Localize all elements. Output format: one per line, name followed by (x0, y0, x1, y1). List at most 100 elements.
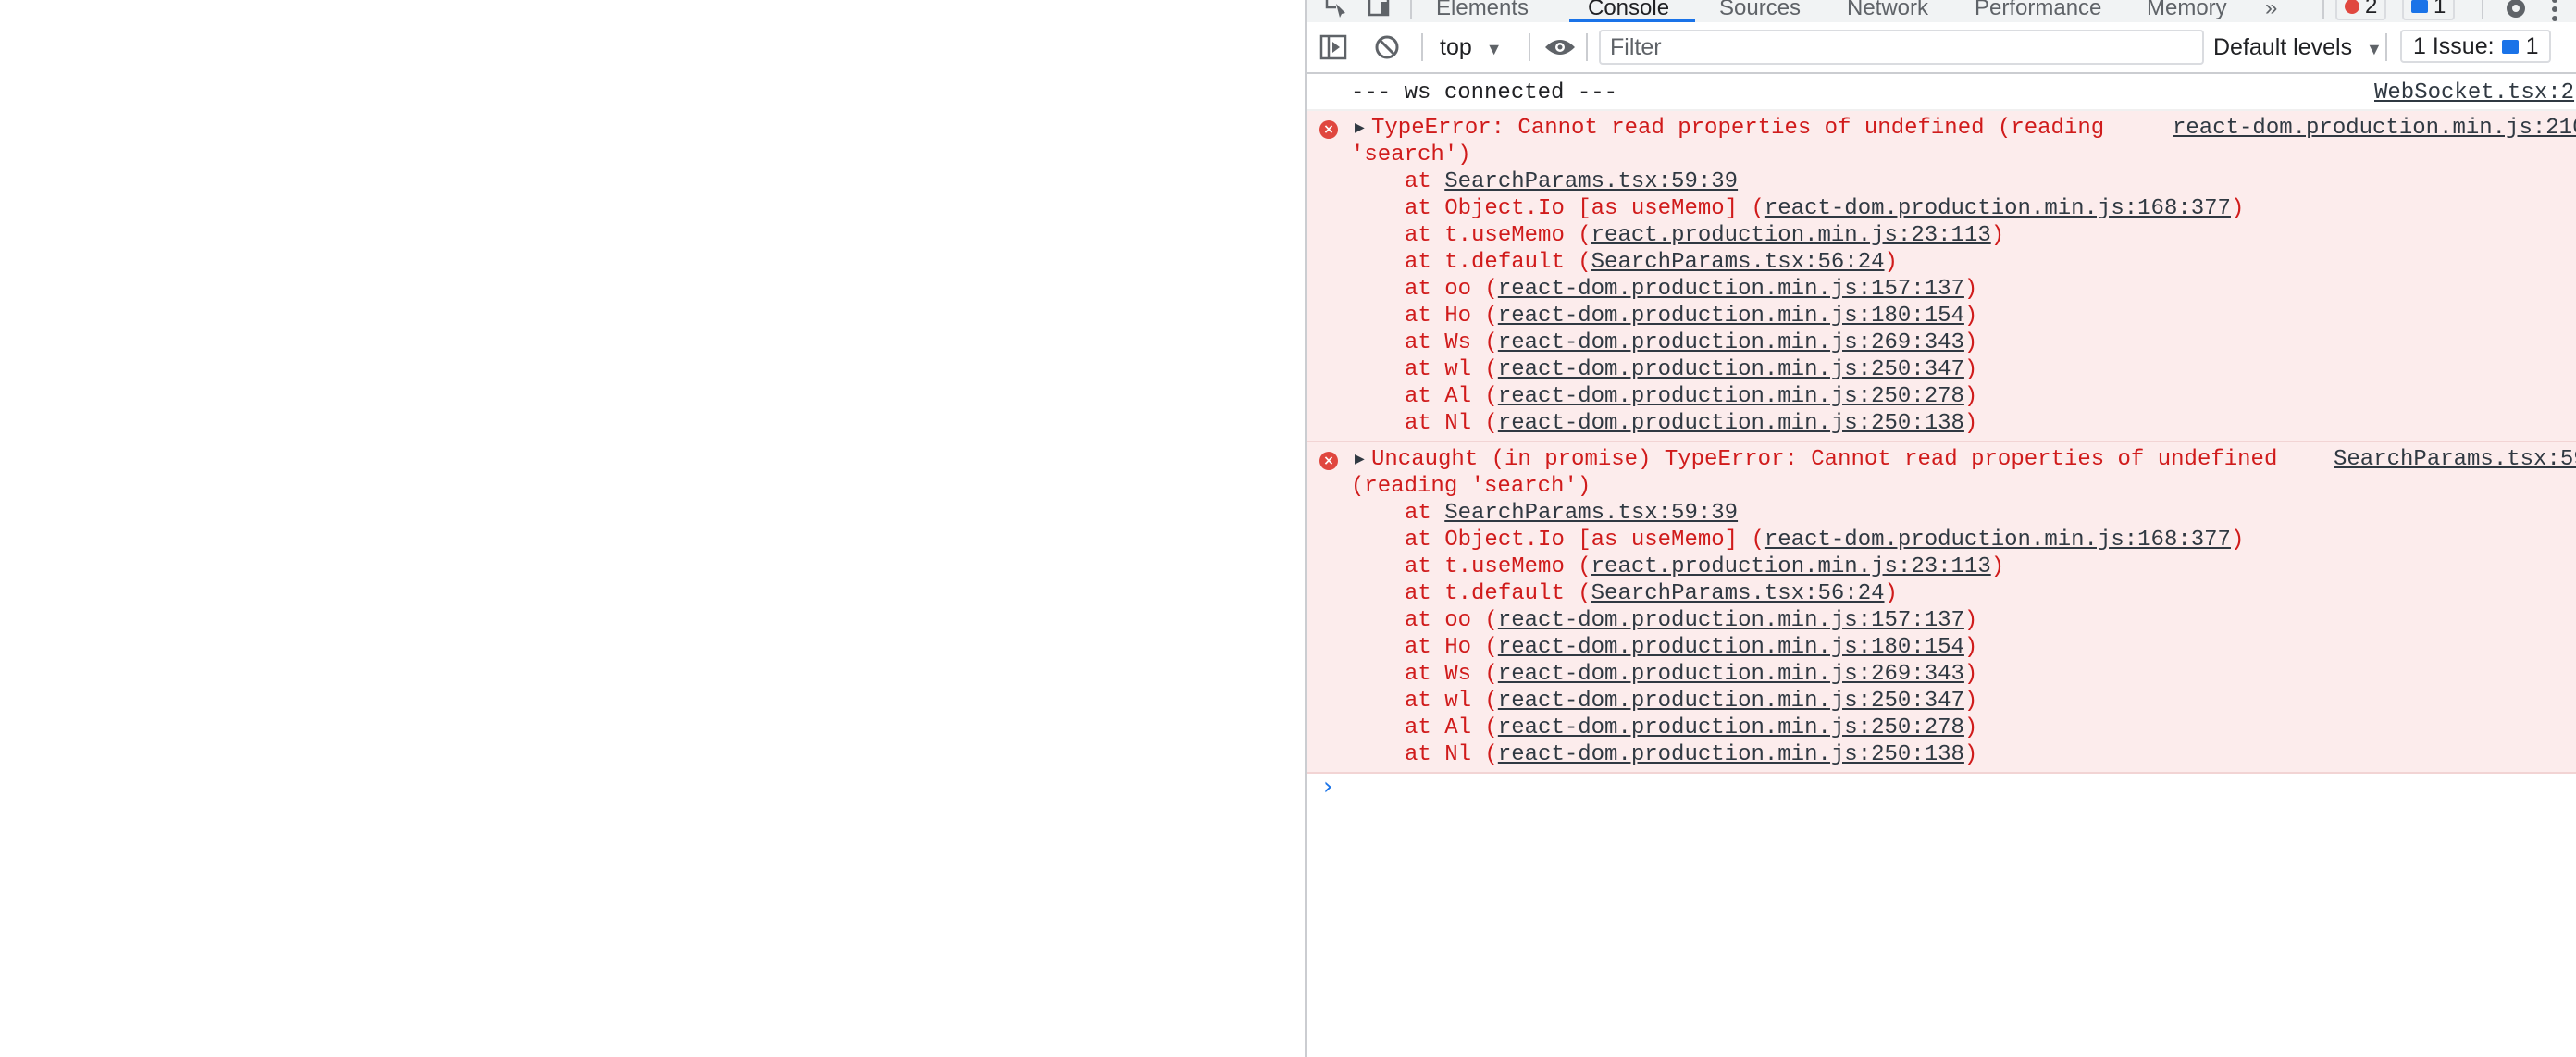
stack-frame-source-link[interactable]: react-dom.production.min.js:250:347 (1498, 689, 1964, 714)
source-link[interactable]: SearchParams.tsx:59 (2334, 446, 2576, 473)
stack-frame: at Ho (react-dom.production.min.js:180:1… (1405, 634, 1977, 661)
filter-input[interactable] (1599, 30, 2204, 65)
stack-frame-function: Ho ( (1444, 635, 1498, 660)
stack-frame-close-paren: ) (1963, 304, 1978, 329)
clear-console-icon[interactable] (1373, 31, 1401, 63)
context-selector[interactable]: top ▼ (1440, 31, 1503, 63)
stack-frame-prefix: at (1405, 715, 1445, 740)
stack-frame-close-paren: ) (1990, 554, 2005, 579)
stack-frame-source-link[interactable]: react-dom.production.min.js:269:343 (1498, 662, 1964, 687)
stack-frame-function: oo ( (1444, 608, 1498, 633)
stack-frame-source-link[interactable]: react-dom.production.min.js:250:138 (1498, 742, 1964, 767)
expand-triangle-icon[interactable]: ▶ (1355, 446, 1365, 473)
tab-network[interactable]: Network (1847, 0, 1928, 22)
stack-frame: at SearchParams.tsx:59:39 (1405, 168, 1738, 195)
log-levels-dropdown[interactable]: Default levels ▼ (2213, 31, 2383, 63)
gear-icon[interactable] (2502, 0, 2530, 18)
stack-frame-source-link[interactable]: react-dom.production.min.js:168:377 (1765, 196, 2231, 221)
error-header-continued: 'search') (1351, 143, 1471, 168)
divider (2482, 0, 2483, 19)
divider (1421, 33, 1423, 61)
stack-frame-prefix: at (1405, 277, 1445, 302)
source-link[interactable]: WebSocket.tsx:2 (2374, 80, 2574, 106)
stack-frame-prefix: at (1405, 304, 1445, 329)
dropdown-arrow-icon: ▼ (2366, 40, 2383, 58)
source-link[interactable]: react-dom.production.min.js:210 (2173, 115, 2576, 142)
error-counter-button[interactable]: 2 (2335, 0, 2387, 20)
stack-frame-source-link[interactable]: react-dom.production.min.js:250:278 (1498, 715, 1964, 740)
context-value: top (1440, 34, 1472, 60)
stack-frame-close-paren: ) (1884, 581, 1898, 606)
tab-elements[interactable]: Elements (1436, 0, 1529, 22)
stack-frame-close-paren: ) (1963, 635, 1978, 660)
divider (1529, 33, 1530, 61)
stack-frame-function: t.useMemo ( (1444, 554, 1591, 579)
stack-frame-source-link[interactable]: react.production.min.js:23:113 (1591, 554, 1991, 579)
stack-frame-source-link[interactable]: react-dom.production.min.js:180:154 (1498, 304, 1964, 329)
stack-frame: at Al (react-dom.production.min.js:250:2… (1405, 383, 1977, 410)
console-error-message: × ▶ Uncaught (in promise) TypeError: Can… (1307, 442, 2576, 774)
stack-frame-close-paren: ) (1963, 357, 1978, 382)
stack-frame: at Nl (react-dom.production.min.js:250:1… (1405, 741, 1977, 768)
stack-frame-close-paren: ) (1963, 384, 1978, 409)
stack-frame-source-link[interactable]: react-dom.production.min.js:250:278 (1498, 384, 1964, 409)
tab-memory[interactable]: Memory (2147, 0, 2227, 22)
stack-frame-close-paren: ) (1963, 608, 1978, 633)
more-tabs-chevron-icon[interactable]: » (2265, 0, 2277, 22)
stack-frame-close-paren: ) (1884, 250, 1898, 275)
stack-frame-function: Al ( (1444, 715, 1498, 740)
issues-count: 1 (2525, 32, 2539, 59)
stack-frame-prefix: at (1405, 635, 1445, 660)
stack-frame-close-paren: ) (2230, 196, 2245, 221)
stack-frame-source-link[interactable]: react-dom.production.min.js:269:343 (1498, 330, 1964, 355)
stack-frame-source-link[interactable]: react-dom.production.min.js:157:137 (1498, 277, 1964, 302)
error-icon: × (1319, 452, 1338, 470)
stack-frame-prefix: at (1405, 384, 1445, 409)
kebab-icon[interactable] (2550, 0, 2559, 21)
divider (1586, 33, 1588, 61)
stack-frame-prefix: at (1405, 196, 1445, 221)
stack-frame-source-link[interactable]: react-dom.production.min.js:250:138 (1498, 411, 1964, 436)
error-icon: × (1319, 120, 1338, 139)
stack-frame-source-link[interactable]: react-dom.production.min.js:157:137 (1498, 608, 1964, 633)
divider (2322, 0, 2324, 19)
divider (1410, 0, 1412, 19)
stack-frame-source-link[interactable]: react-dom.production.min.js:180:154 (1498, 635, 1964, 660)
expand-triangle-icon[interactable]: ▶ (1355, 115, 1365, 142)
stack-frame-source-link[interactable]: react.production.min.js:23:113 (1591, 223, 1991, 248)
stack-frame-source-link[interactable]: SearchParams.tsx:56:24 (1591, 250, 1885, 275)
devtools-tab-bar: Elements Console Sources Network Perform… (1307, 0, 2576, 24)
stack-frame-close-paren: ) (1963, 662, 1978, 687)
console-error-message: × ▶ TypeError: Cannot read properties of… (1307, 111, 2576, 442)
device-toolbar-icon[interactable] (1366, 0, 1393, 19)
stack-frame: at Ho (react-dom.production.min.js:180:1… (1405, 303, 1977, 330)
stack-frame-prefix: at (1405, 689, 1445, 714)
issues-button[interactable]: 1 Issue: 1 (2400, 30, 2552, 63)
stack-frame-source-link[interactable]: SearchParams.tsx:59:39 (1444, 501, 1738, 526)
stack-frame-function: Nl ( (1444, 411, 1498, 436)
sidebar-toggle-icon[interactable] (1319, 31, 1347, 63)
live-expression-eye-icon[interactable] (1543, 31, 1577, 63)
stack-frame-prefix: at (1405, 554, 1445, 579)
stack-frame-source-link[interactable]: SearchParams.tsx:56:24 (1591, 581, 1885, 606)
stack-frame-function: Object.Io [as useMemo] ( (1444, 528, 1765, 553)
console-log-message: --- ws connected --- WebSocket.tsx:2 (1307, 74, 2576, 111)
tab-performance[interactable]: Performance (1975, 0, 2101, 22)
inspect-element-icon[interactable] (1323, 0, 1351, 19)
stack-frame-source-link[interactable]: SearchParams.tsx:59:39 (1444, 169, 1738, 194)
console-prompt[interactable]: › (1307, 770, 2576, 803)
stack-frame-source-link[interactable]: react-dom.production.min.js:168:377 (1765, 528, 2231, 553)
stack-frame-function: Ws ( (1444, 330, 1498, 355)
stack-frame-close-paren: ) (1963, 742, 1978, 767)
stack-frame-function: Ws ( (1444, 662, 1498, 687)
stack-frame-function: wl ( (1444, 689, 1498, 714)
devtools-panel: Elements Console Sources Network Perform… (1305, 0, 2576, 1057)
stack-frame-source-link[interactable]: react-dom.production.min.js:250:347 (1498, 357, 1964, 382)
stack-frame-prefix: at (1405, 250, 1445, 275)
inspected-page-viewport (0, 0, 1305, 1057)
tab-sources[interactable]: Sources (1719, 0, 1801, 22)
stack-frame: at Object.Io [as useMemo] (react-dom.pro… (1405, 527, 2244, 553)
info-counter-button[interactable]: 1 (2402, 0, 2456, 20)
dropdown-arrow-icon: ▼ (1485, 40, 1503, 58)
stack-frame: at t.useMemo (react.production.min.js:23… (1405, 222, 2004, 249)
